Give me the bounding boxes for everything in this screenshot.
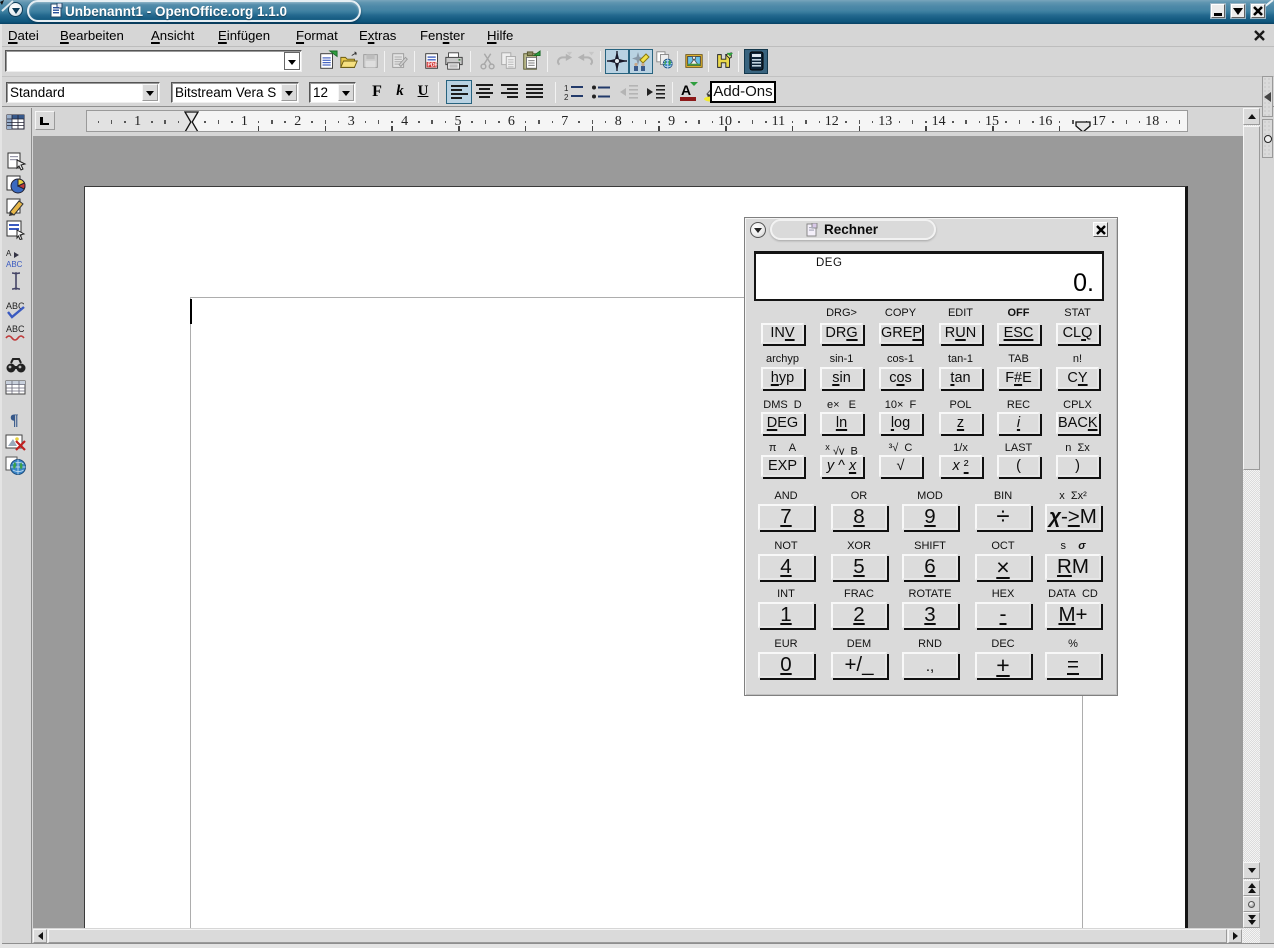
svg-text:2: 2	[564, 93, 569, 100]
svg-text:A: A	[6, 249, 12, 258]
svg-text:¶: ¶	[10, 412, 19, 429]
svg-text:ABC: ABC	[6, 260, 23, 269]
svg-text:1: 1	[564, 84, 569, 93]
svg-text:ABC: ABC	[6, 324, 25, 334]
svg-text:PDF: PDF	[428, 62, 438, 68]
